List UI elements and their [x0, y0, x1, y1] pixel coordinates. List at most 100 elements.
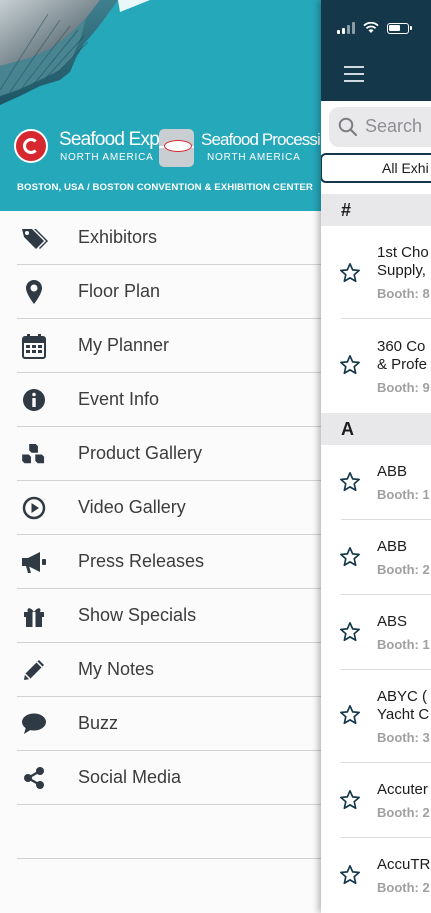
seafood-processing-logo-icon: [159, 129, 194, 167]
cubes-icon: [20, 441, 48, 467]
star-outline-icon[interactable]: [339, 471, 361, 493]
venue-text: BOSTON, USA / BOSTON CONVENTION & EXHIBI…: [17, 182, 313, 193]
menu-item-label: Social Media: [78, 767, 182, 787]
section-header-label: #: [341, 199, 352, 220]
list-item[interactable]: ABB Booth: 1: [321, 445, 431, 520]
tags-icon: [20, 225, 48, 251]
seafood-processing-logo: Seafood Processing NORTH AMERICA: [159, 127, 321, 171]
exhibitor-name-line: Accuter: [377, 781, 428, 798]
star-outline-icon[interactable]: [339, 864, 361, 886]
search-bar-container: [321, 101, 431, 151]
cell-signal-icon: [337, 22, 355, 34]
seafood-expo-logo-title: Seafood Expo: [59, 129, 170, 150]
segmented-control-container: All Exhi: [321, 151, 431, 191]
drawer-header-banner: Seafood Expo NORTH AMERICA Seafood Proce…: [0, 0, 321, 211]
menu-item-exhibitors[interactable]: Exhibitors: [0, 211, 321, 265]
search-box[interactable]: [329, 107, 431, 147]
menu-item-label: Video Gallery: [78, 497, 186, 517]
hamburger-menu-icon[interactable]: [344, 66, 364, 82]
status-bar: [337, 20, 412, 34]
exhibitor-name-line: ABB: [377, 463, 408, 480]
list-item[interactable]: AccuTR Booth: 2: [321, 838, 431, 913]
exhibitor-name-line: AccuTR: [377, 856, 431, 873]
exhibitor-name-line: Yacht C: [377, 706, 430, 723]
booth-number: Booth: 2: [377, 880, 430, 895]
list-item[interactable]: 360 Co & Profe Booth: 9: [321, 319, 431, 412]
booth-number: Booth: 8: [377, 286, 430, 301]
exhibitor-name-line: ABYC (: [377, 688, 428, 705]
speech-bubble-icon: [20, 711, 48, 737]
megaphone-icon: [20, 549, 48, 575]
fish-tail-image: [0, 0, 150, 105]
menu-item-video-gallery[interactable]: Video Gallery: [0, 481, 321, 535]
booth-number: Booth: 1: [377, 637, 430, 652]
map-marker-icon: [20, 279, 48, 305]
menu-item-my-notes[interactable]: My Notes: [0, 643, 321, 697]
menu-item-product-gallery[interactable]: Product Gallery: [0, 427, 321, 481]
share-icon: [20, 765, 48, 791]
battery-icon: [387, 23, 412, 34]
menu-item-label: Show Specials: [78, 605, 197, 625]
gift-icon: [20, 603, 48, 629]
seafood-processing-logo-title: Seafood Processing: [201, 130, 321, 149]
menu-item-label: Buzz: [78, 713, 119, 733]
seafood-expo-logo-subtitle: NORTH AMERICA: [60, 152, 154, 163]
info-circle-icon: [20, 387, 48, 413]
section-header-label: A: [341, 418, 354, 439]
menu-item-show-specials[interactable]: Show Specials: [0, 589, 321, 643]
menu-item-my-planner[interactable]: My Planner: [0, 319, 321, 373]
booth-number: Booth: 3: [377, 730, 430, 745]
menu-item-label: Event Info: [78, 389, 160, 409]
booth-number: Booth: 1: [377, 487, 430, 502]
list-item[interactable]: Accuter Booth: 2: [321, 763, 431, 838]
nav-bar: [321, 0, 431, 101]
menu-item-label: Exhibitors: [78, 227, 158, 247]
list-item[interactable]: ABS Booth: 1: [321, 595, 431, 670]
section-header: A: [321, 413, 431, 445]
seafood-expo-logo: Seafood Expo NORTH AMERICA: [14, 127, 170, 171]
menu-item-press-releases[interactable]: Press Releases: [0, 535, 321, 589]
exhibitor-name-line: 360 Co: [377, 338, 426, 355]
divider: [17, 858, 321, 859]
booth-number: Booth: 2: [377, 562, 430, 577]
star-outline-icon[interactable]: [339, 354, 361, 376]
wifi-icon: [363, 22, 379, 33]
pencil-icon: [20, 657, 48, 683]
seafood-processing-logo-subtitle: NORTH AMERICA: [207, 152, 301, 163]
star-outline-icon[interactable]: [339, 262, 361, 284]
play-circle-icon: [20, 495, 48, 521]
exhibitor-name-line: 1st Cho: [377, 244, 429, 261]
exhibitor-name-line: ABS: [377, 613, 408, 630]
menu-item-event-info[interactable]: Event Info: [0, 373, 321, 427]
search-input[interactable]: [365, 116, 431, 137]
list-item[interactable]: ABYC ( Yacht C Booth: 3: [321, 670, 431, 763]
exhibitor-name-line: & Profe: [377, 356, 428, 373]
segment-label: All Exhi: [382, 160, 429, 176]
exhibitor-name-line: Supply,: [377, 262, 426, 279]
search-icon: [338, 117, 358, 137]
exhibitor-name-line: ABB: [377, 538, 408, 555]
menu-item-label: Press Releases: [78, 551, 205, 571]
menu-item-label: My Notes: [78, 659, 155, 679]
menu-item-label: Product Gallery: [78, 443, 203, 463]
star-outline-icon[interactable]: [339, 704, 361, 726]
list-item[interactable]: ABB Booth: 2: [321, 520, 431, 595]
list-item[interactable]: 1st Cho Supply, Booth: 8: [321, 226, 431, 319]
calendar-icon: [20, 333, 48, 359]
menu-item-label: Floor Plan: [78, 281, 161, 301]
booth-number: Booth: 2: [377, 805, 430, 820]
menu-item-buzz[interactable]: Buzz: [0, 697, 321, 751]
exhibitor-list-screen: All Exhi # 1st Cho Supply, Booth: 8 360 …: [321, 0, 431, 913]
menu-item-social-media[interactable]: Social Media: [0, 751, 321, 805]
star-outline-icon[interactable]: [339, 546, 361, 568]
star-outline-icon[interactable]: [339, 621, 361, 643]
navigation-drawer: Seafood Expo NORTH AMERICA Seafood Proce…: [0, 0, 321, 913]
section-header: #: [321, 194, 431, 226]
booth-number: Booth: 9: [377, 380, 430, 395]
drawer-menu: Exhibitors Floor Plan My Planner Event I…: [0, 211, 321, 805]
star-outline-icon[interactable]: [339, 789, 361, 811]
seafood-expo-logo-icon: [14, 129, 48, 163]
segment-all-exhibitors[interactable]: All Exhi: [321, 153, 431, 183]
menu-item-label: My Planner: [78, 335, 170, 355]
menu-item-floor-plan[interactable]: Floor Plan: [0, 265, 321, 319]
